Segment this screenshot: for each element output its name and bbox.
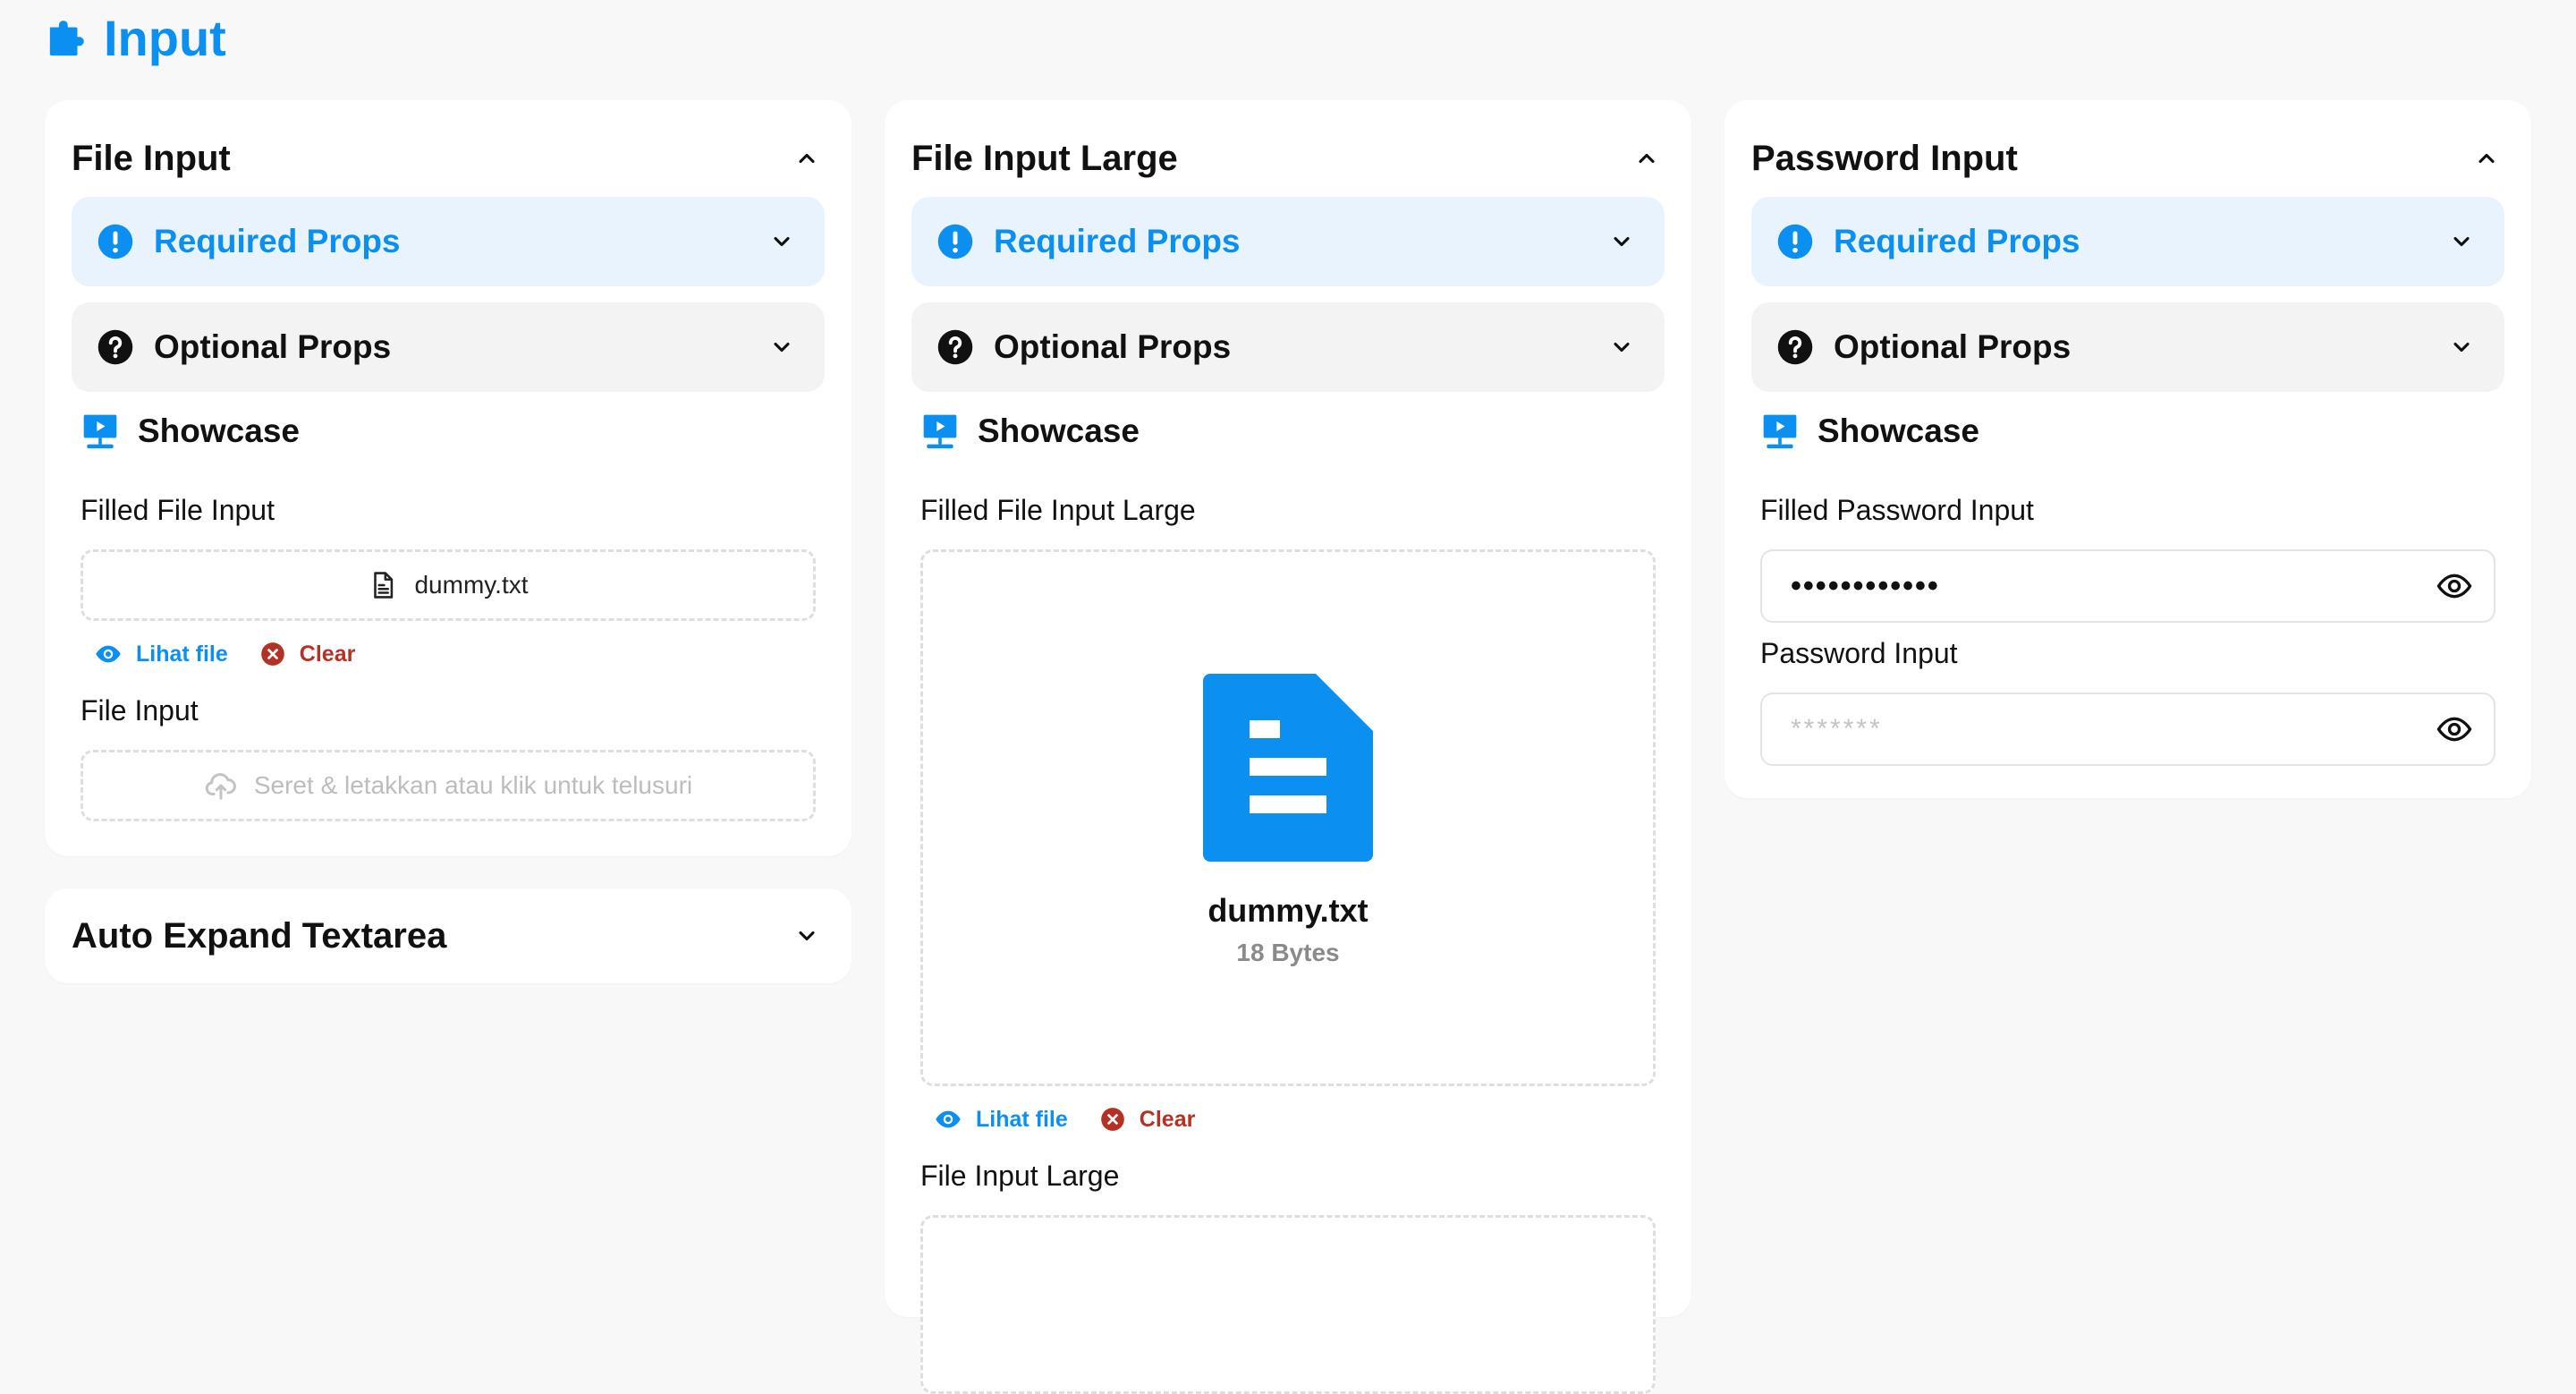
showcase-heading: Showcase bbox=[920, 412, 1140, 451]
file-input-dropzone[interactable]: Seret & letakkan atau klik untuk telusur… bbox=[80, 750, 816, 821]
optional-props-label: Optional Props bbox=[994, 328, 1232, 365]
view-file-label: Lihat file bbox=[136, 641, 228, 667]
filled-password-input[interactable]: •••••••••••• bbox=[1760, 549, 2496, 623]
x-circle-icon bbox=[260, 642, 285, 667]
question-circle-icon bbox=[97, 328, 134, 366]
password-input-card-header[interactable]: Password Input bbox=[1751, 136, 2504, 181]
file-input-card-header[interactable]: File Input bbox=[72, 136, 825, 181]
exclamation-circle-icon bbox=[97, 223, 134, 260]
chevron-down-icon[interactable] bbox=[764, 224, 800, 259]
password-placeholder: ******* bbox=[1791, 714, 1883, 744]
chevron-up-icon[interactable] bbox=[1629, 140, 1665, 176]
document-icon bbox=[368, 570, 398, 600]
exclamation-circle-icon bbox=[936, 223, 974, 260]
card-title: File Input bbox=[72, 138, 231, 178]
card-title: File Input Large bbox=[911, 138, 1178, 178]
required-props-label: Required Props bbox=[1834, 223, 2080, 259]
password-input-card: Password Input Required Props Optional P… bbox=[1724, 100, 2531, 798]
file-input-large-dropzone[interactable] bbox=[920, 1215, 1656, 1394]
file-name: dummy.txt bbox=[414, 571, 529, 599]
optional-props-accordion[interactable]: Optional Props bbox=[1751, 302, 2504, 392]
file-actions: Lihat file Clear bbox=[95, 641, 355, 667]
eye-icon[interactable] bbox=[2436, 568, 2472, 604]
file-input-large-card-header[interactable]: File Input Large bbox=[911, 136, 1665, 181]
card-title: Auto Expand Textarea bbox=[72, 915, 447, 956]
filled-password-input-label: Filled Password Input bbox=[1760, 494, 2034, 526]
file-actions: Lihat file Clear bbox=[935, 1106, 1195, 1133]
cloud-upload-icon bbox=[204, 769, 238, 803]
required-props-label: Required Props bbox=[994, 223, 1241, 259]
required-props-label: Required Props bbox=[154, 223, 401, 259]
filled-file-input-large[interactable]: dummy.txt 18 Bytes bbox=[920, 549, 1656, 1086]
showcase-label: Showcase bbox=[978, 412, 1140, 449]
showcase-label: Showcase bbox=[138, 412, 300, 449]
eye-icon[interactable] bbox=[2436, 711, 2472, 747]
question-circle-icon bbox=[1776, 328, 1814, 366]
password-input[interactable]: ******* bbox=[1760, 693, 2496, 766]
document-icon bbox=[1203, 674, 1373, 862]
file-name: dummy.txt bbox=[1208, 892, 1368, 929]
showcase-label: Showcase bbox=[1818, 412, 1979, 449]
clear-file-button[interactable]: Clear bbox=[1100, 1106, 1196, 1133]
puzzle-icon bbox=[49, 20, 84, 55]
dropzone-placeholder: Seret & letakkan atau klik untuk telusur… bbox=[253, 771, 693, 799]
chevron-down-icon[interactable] bbox=[764, 329, 800, 365]
clear-file-button[interactable]: Clear bbox=[260, 641, 356, 667]
file-input-large-label: File Input Large bbox=[920, 1160, 1120, 1192]
filled-file-input[interactable]: dummy.txt bbox=[80, 549, 816, 621]
file-input-large-card: File Input Large Required Props Optional… bbox=[885, 100, 1691, 1394]
presentation-icon bbox=[80, 412, 120, 451]
required-props-accordion[interactable]: Required Props bbox=[72, 197, 825, 286]
optional-props-label: Optional Props bbox=[1834, 328, 2072, 365]
file-size: 18 Bytes bbox=[1236, 939, 1340, 966]
chevron-down-icon[interactable] bbox=[789, 918, 825, 954]
filled-file-input-label: Filled File Input bbox=[80, 494, 275, 526]
textarea-card-header[interactable]: Auto Expand Textarea bbox=[72, 914, 825, 958]
auto-expand-textarea-card: Auto Expand Textarea bbox=[45, 888, 852, 983]
page-title: Input bbox=[104, 10, 226, 66]
view-file-button[interactable]: Lihat file bbox=[935, 1106, 1068, 1133]
required-props-accordion[interactable]: Required Props bbox=[1751, 197, 2504, 286]
eye-icon bbox=[95, 641, 122, 667]
filled-file-input-large-label: Filled File Input Large bbox=[920, 494, 1196, 526]
chevron-down-icon[interactable] bbox=[2444, 224, 2479, 259]
chevron-down-icon[interactable] bbox=[1604, 329, 1640, 365]
chevron-down-icon[interactable] bbox=[2444, 329, 2479, 365]
optional-props-accordion[interactable]: Optional Props bbox=[911, 302, 1665, 392]
view-file-button[interactable]: Lihat file bbox=[95, 641, 228, 667]
optional-props-label: Optional Props bbox=[154, 328, 392, 365]
chevron-up-icon[interactable] bbox=[2469, 140, 2504, 176]
showcase-heading: Showcase bbox=[1760, 412, 1979, 451]
eye-icon bbox=[935, 1106, 962, 1133]
exclamation-circle-icon bbox=[1776, 223, 1814, 260]
file-input-label: File Input bbox=[80, 694, 199, 727]
password-value: •••••••••••• bbox=[1791, 568, 1940, 603]
clear-file-label: Clear bbox=[1139, 1106, 1196, 1132]
view-file-label: Lihat file bbox=[976, 1106, 1068, 1132]
optional-props-accordion[interactable]: Optional Props bbox=[72, 302, 825, 392]
page-header: Input bbox=[47, 9, 226, 67]
required-props-accordion[interactable]: Required Props bbox=[911, 197, 1665, 286]
file-input-card: File Input Required Props Optional Props… bbox=[45, 100, 852, 856]
x-circle-icon bbox=[1100, 1107, 1125, 1132]
presentation-icon bbox=[920, 412, 960, 451]
showcase-heading: Showcase bbox=[80, 412, 300, 451]
card-title: Password Input bbox=[1751, 138, 2018, 178]
presentation-icon bbox=[1760, 412, 1800, 451]
chevron-up-icon[interactable] bbox=[789, 140, 825, 176]
password-input-label: Password Input bbox=[1760, 637, 1958, 669]
clear-file-label: Clear bbox=[299, 641, 356, 667]
chevron-down-icon[interactable] bbox=[1604, 224, 1640, 259]
question-circle-icon bbox=[936, 328, 974, 366]
